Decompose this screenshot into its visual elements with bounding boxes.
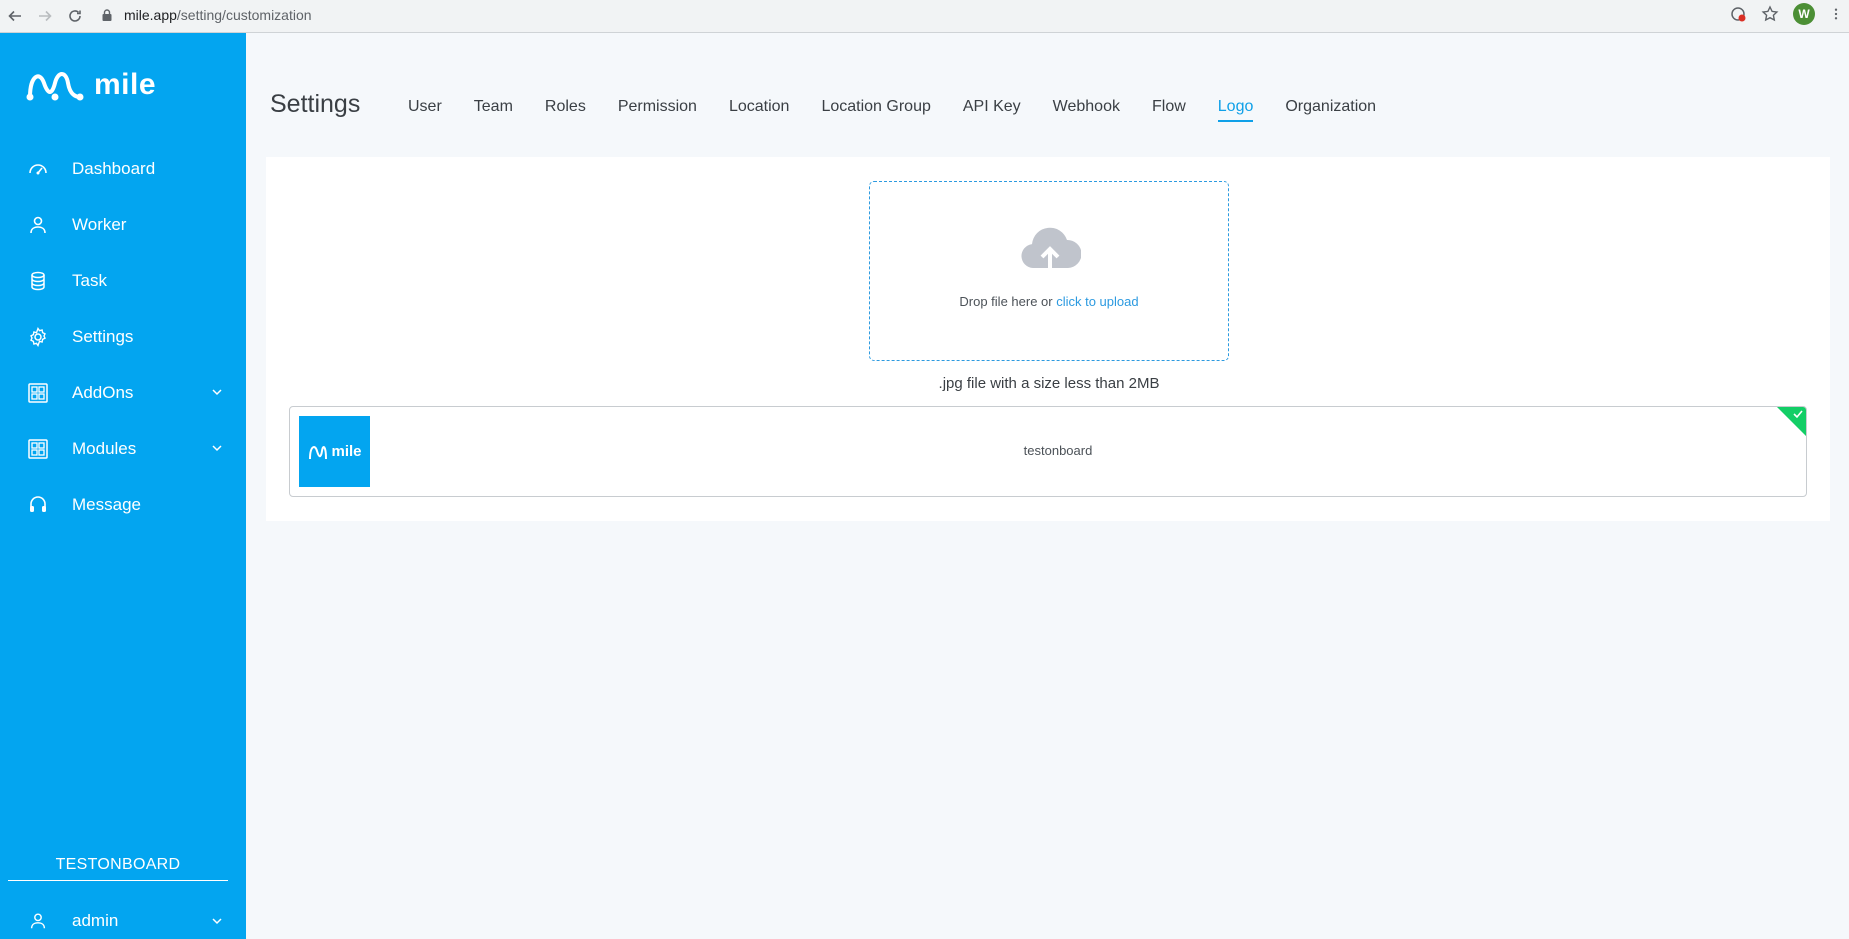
upload-dropzone[interactable]: Drop file here or click to upload [869, 181, 1229, 361]
logo-settings-card: Drop file here or click to upload .jpg f… [266, 157, 1830, 521]
mile-logo-icon [26, 72, 84, 101]
sidebar-item-label: Dashboard [72, 159, 156, 178]
sidebar-item-modules[interactable]: Modules [0, 421, 246, 477]
grid-icon [26, 381, 50, 405]
sidebar: mile Dashboard Worker Task Settings AddO… [0, 33, 246, 939]
tab-roles[interactable]: Roles [545, 98, 586, 122]
click-to-upload-link[interactable]: click to upload [1056, 294, 1138, 309]
person-icon [26, 213, 50, 237]
browser-toolbar: mile.app/setting/customization W [0, 0, 1849, 33]
chevron-down-icon [212, 389, 222, 396]
cloud-upload-icon [1021, 227, 1081, 270]
sidebar-item-message[interactable]: Message [0, 477, 246, 533]
user-menu[interactable]: admin [0, 903, 246, 939]
drop-instruction: Drop file here or [959, 294, 1057, 309]
sidebar-item-dashboard[interactable]: Dashboard [0, 141, 246, 197]
sidebar-item-label: Settings [72, 327, 134, 346]
url-host: mile.app [124, 6, 177, 23]
lock-icon [102, 8, 112, 21]
tab-api-key[interactable]: API Key [963, 98, 1021, 122]
back-button[interactable] [0, 2, 30, 30]
tab-location-group[interactable]: Location Group [821, 98, 930, 122]
page-title: Settings [270, 90, 361, 118]
database-icon [26, 269, 50, 293]
reload-button[interactable] [60, 2, 90, 30]
sidebar-item-label: AddOns [72, 383, 134, 402]
arrow-left-icon [8, 10, 21, 22]
url-path: /setting/customization [176, 6, 312, 23]
browser-actions: W [1729, 3, 1843, 25]
sidebar-item-settings[interactable]: Settings [0, 309, 246, 365]
settings-tabs: User Team Roles Permission Location Loca… [408, 98, 1408, 122]
sidebar-item-label: Modules [72, 439, 137, 458]
tab-permission[interactable]: Permission [618, 98, 697, 122]
speedometer-icon [26, 157, 50, 181]
gear-icon [26, 325, 50, 349]
brand-logo[interactable]: mile [24, 67, 156, 103]
kebab-menu-icon[interactable] [1829, 5, 1843, 23]
reload-icon [69, 10, 81, 22]
sidebar-item-worker[interactable]: Worker [0, 197, 246, 253]
tab-flow[interactable]: Flow [1152, 98, 1186, 122]
success-check-icon [1777, 407, 1806, 436]
sidebar-item-task[interactable]: Task [0, 253, 246, 309]
tab-location[interactable]: Location [729, 98, 790, 122]
forward-button[interactable] [30, 2, 60, 30]
blocked-popup-icon[interactable] [1729, 5, 1747, 23]
uploaded-file-item[interactable]: mile testonboard [289, 406, 1807, 497]
grid-icon [26, 437, 50, 461]
sidebar-item-label: Message [72, 495, 141, 514]
upload-hint: .jpg file with a size less than 2MB [938, 375, 1160, 392]
headset-icon [26, 493, 50, 517]
sidebar-item-addons[interactable]: AddOns [0, 365, 246, 421]
profile-avatar[interactable]: W [1793, 3, 1815, 25]
dropzone-text: Drop file here or click to upload [870, 294, 1228, 309]
sidebar-item-label: Worker [72, 215, 127, 234]
star-icon[interactable] [1761, 5, 1779, 23]
tab-logo[interactable]: Logo [1217, 98, 1254, 122]
brand-name: mile [94, 68, 157, 101]
user-name: admin [72, 911, 119, 930]
tab-user[interactable]: User [408, 98, 442, 122]
organization-name: TESTONBOARD [8, 856, 228, 881]
chevron-down-icon [212, 918, 222, 925]
person-icon [26, 909, 50, 933]
file-name: testonboard [1023, 443, 1093, 458]
chevron-down-icon [212, 445, 222, 452]
tab-webhook[interactable]: Webhook [1053, 98, 1120, 122]
arrow-right-icon [39, 10, 52, 22]
sidebar-item-label: Task [72, 271, 107, 290]
tab-organization[interactable]: Organization [1285, 98, 1376, 122]
sidebar-menu: Dashboard Worker Task Settings AddOns Mo… [0, 141, 246, 533]
tab-team[interactable]: Team [474, 98, 513, 122]
address-bar[interactable]: mile.app/setting/customization [100, 2, 1790, 27]
